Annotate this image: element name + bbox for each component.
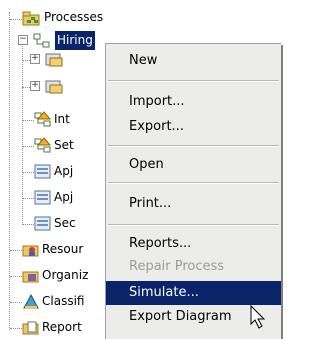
module-icon [45,53,63,67]
tree-line [22,146,34,147]
expand-toggle[interactable]: + [30,81,40,91]
process-warning-icon [34,137,52,153]
tree-item-child[interactable]: Apj [34,162,114,181]
tree-label: Apj [54,190,74,204]
menu-separator [108,80,279,82]
collapse-toggle[interactable]: − [18,35,28,45]
tree-item-classifiers[interactable]: Classifi [22,292,112,311]
classifier-icon [23,293,39,309]
menu-item-open[interactable]: Open [106,153,281,177]
tree-label: Processes [44,10,104,24]
tree-line [22,224,34,225]
tree-label-selected: Hiring [55,31,95,50]
tree-item-resources[interactable]: Resour [22,240,112,259]
form-icon [34,216,51,231]
tree-label: Sec [54,216,76,230]
mouse-cursor-icon [250,305,266,329]
tree-item-folder[interactable]: + [30,50,110,69]
tree-line [9,12,10,330]
tree-line [22,198,34,199]
tree-label: Set [54,138,74,152]
tree-item-folder[interactable]: + [30,77,110,96]
menu-item-reports[interactable]: Reports... [106,232,281,256]
tree-line [10,19,22,20]
process-folder-icon [22,11,40,26]
menu-item-import[interactable]: Import... [106,90,281,114]
tree-label: Report [42,320,82,334]
menu-separator [108,182,279,184]
context-menu: New Import... Export... Open Print... Re… [105,43,281,339]
menu-item-repair-process: Repair Process [129,259,225,274]
tree-item-reports[interactable]: Report [22,318,112,337]
tree-item-child[interactable]: Apj [34,188,114,207]
menu-item-print[interactable]: Print... [106,192,281,216]
tree-label: Resour [42,242,84,256]
expand-toggle[interactable]: + [30,54,40,64]
tree-line [10,276,22,277]
tree-line [10,250,22,251]
menu-item-new[interactable]: New [106,49,281,73]
tree-item-child[interactable]: Set [34,136,114,155]
tree-label: Organiz [42,268,89,282]
form-icon [34,164,51,179]
tree-item-organizations[interactable]: Organiz [22,266,112,285]
menu-separator [108,224,279,226]
menu-separator [108,145,279,147]
tree-item-child[interactable]: Int [34,110,114,129]
tree-line [22,120,34,121]
organization-folder-icon [22,271,39,283]
tree-label: Apj [54,164,74,178]
tree-line [10,328,22,329]
process-warning-icon [34,111,52,127]
tree-item-child[interactable]: Sec [34,214,114,233]
reports-folder-icon [22,321,39,335]
tree-item-processes[interactable]: Processes [22,8,142,27]
tree-label: Classifi [42,294,85,308]
tree-line [22,172,34,173]
menu-item-export[interactable]: Export... [106,115,281,139]
form-icon [34,190,51,205]
resources-folder-icon [22,245,39,257]
tree-line [10,302,22,303]
module-icon [45,80,63,94]
menu-item-simulate[interactable]: Simulate... [106,281,281,305]
process-icon [33,33,50,48]
tree-label: Int [54,112,70,126]
